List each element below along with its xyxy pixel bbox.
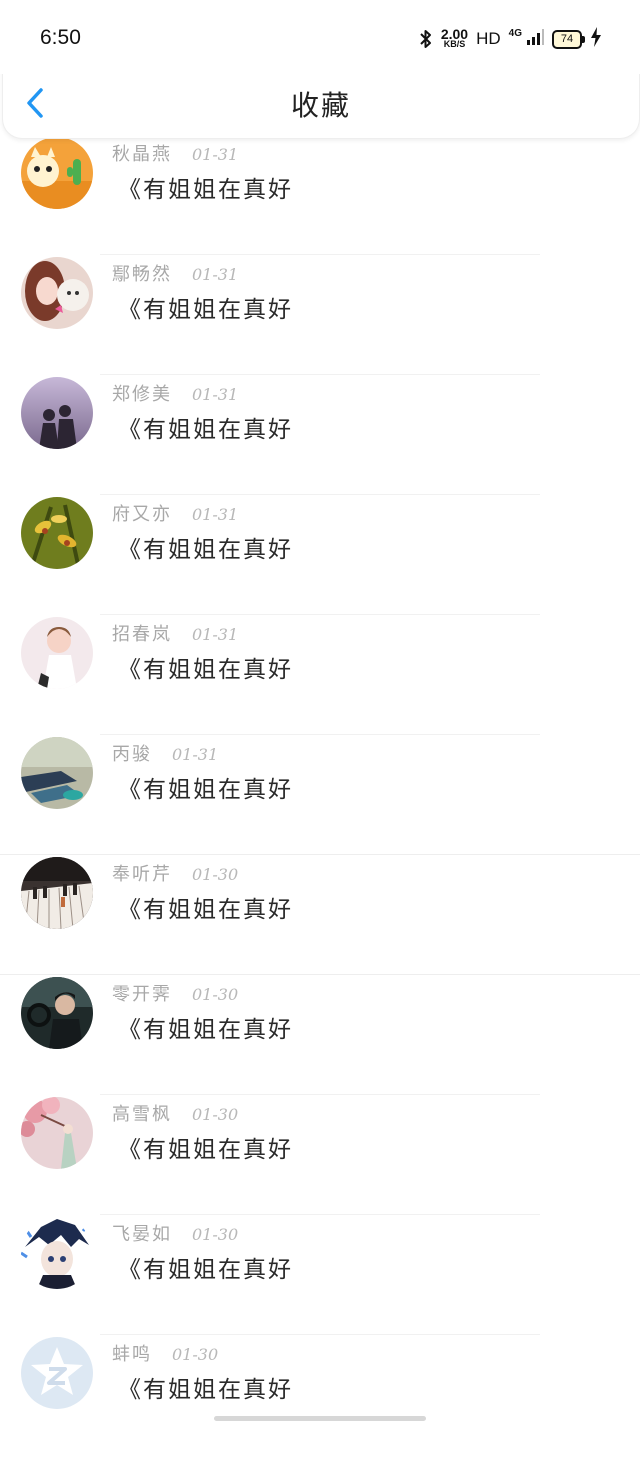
item-content: 《有姐姐在真好 bbox=[118, 1257, 293, 1283]
user-name: 高雪枫 bbox=[112, 1104, 172, 1125]
item-date: 01-30 bbox=[172, 1345, 219, 1364]
list-item[interactable]: 蚌鸣 01-30 《有姐姐在真好 bbox=[0, 1337, 640, 1468]
network-speed: 2.00 KB/S bbox=[440, 26, 469, 49]
divider bbox=[100, 1214, 540, 1215]
user-name: 郑修美 bbox=[112, 384, 172, 405]
status-time: 6:50 bbox=[40, 26, 81, 49]
divider bbox=[100, 494, 540, 495]
item-meta: 鄢畅然 01-31 bbox=[112, 260, 238, 286]
network-type: 4G bbox=[508, 27, 522, 39]
user-name: 府又亦 bbox=[112, 504, 172, 525]
divider bbox=[100, 254, 540, 255]
divider bbox=[0, 854, 640, 855]
list-item[interactable]: 丙骏 01-31 《有姐姐在真好 bbox=[0, 737, 640, 868]
child-avatar[interactable] bbox=[21, 617, 93, 689]
orchid-flowers-avatar[interactable] bbox=[21, 497, 93, 569]
blossom-avatar[interactable] bbox=[21, 1097, 93, 1169]
item-content: 《有姐姐在真好 bbox=[118, 897, 293, 923]
item-date: 01-31 bbox=[192, 505, 239, 524]
status-bar: 6:50 2.00 KB/S HD 4G 74 bbox=[0, 0, 640, 74]
shoes-avatar[interactable] bbox=[21, 737, 93, 809]
item-content: 《有姐姐在真好 bbox=[118, 537, 293, 563]
cartoon-cat-avatar[interactable] bbox=[21, 137, 93, 209]
page-title: 收藏 bbox=[290, 89, 351, 122]
piano-keys-avatar[interactable] bbox=[21, 857, 93, 929]
item-meta: 秋晶燕 01-31 bbox=[112, 140, 238, 166]
item-date: 01-30 bbox=[192, 865, 239, 884]
user-name: 蚌鸣 bbox=[112, 1344, 152, 1365]
charging-icon bbox=[590, 27, 602, 51]
user-name: 招春岚 bbox=[112, 624, 172, 645]
item-meta: 飞晏如 01-30 bbox=[112, 1220, 238, 1246]
item-date: 01-30 bbox=[192, 1225, 239, 1244]
item-content: 《有姐姐在真好 bbox=[118, 177, 293, 203]
item-content: 《有姐姐在真好 bbox=[118, 777, 293, 803]
battery-icon: 74 bbox=[552, 29, 585, 49]
divider bbox=[100, 1094, 540, 1095]
item-meta: 丙骏 01-31 bbox=[112, 740, 218, 766]
item-meta: 高雪枫 01-30 bbox=[112, 1100, 238, 1126]
item-content: 《有姐姐在真好 bbox=[118, 297, 293, 323]
item-meta: 招春岚 01-31 bbox=[112, 620, 238, 646]
divider bbox=[100, 374, 540, 375]
item-content: 《有姐姐在真好 bbox=[118, 657, 293, 683]
user-name: 奉听芹 bbox=[112, 864, 172, 885]
hd-indicator: HD bbox=[476, 29, 501, 48]
man-in-car-avatar[interactable] bbox=[21, 977, 93, 1049]
item-content: 《有姐姐在真好 bbox=[118, 1137, 293, 1163]
divider bbox=[100, 614, 540, 615]
user-name: 丙骏 bbox=[112, 744, 152, 765]
bluetooth-icon bbox=[419, 29, 433, 49]
list-item[interactable]: 零开霁 01-30 《有姐姐在真好 bbox=[0, 977, 640, 1108]
list-item[interactable]: 鄢畅然 01-31 《有姐姐在真好 bbox=[0, 257, 640, 388]
list-item[interactable]: 招春岚 01-31 《有姐姐在真好 bbox=[0, 617, 640, 748]
item-date: 01-31 bbox=[172, 745, 219, 764]
list-item[interactable]: 秋晶燕 01-31 《有姐姐在真好 bbox=[0, 137, 640, 268]
item-date: 01-31 bbox=[192, 265, 239, 284]
item-meta: 郑修美 01-31 bbox=[112, 380, 238, 406]
user-name: 鄢畅然 bbox=[112, 264, 172, 285]
divider bbox=[0, 974, 640, 975]
list-item[interactable]: 郑修美 01-31 《有姐姐在真好 bbox=[0, 377, 640, 508]
list-item[interactable]: 府又亦 01-31 《有姐姐在真好 bbox=[0, 497, 640, 628]
item-meta: 府又亦 01-31 bbox=[112, 500, 238, 526]
item-date: 01-31 bbox=[192, 385, 239, 404]
user-name: 秋晶燕 bbox=[112, 144, 172, 165]
item-date: 01-30 bbox=[192, 1105, 239, 1124]
anime-boy-avatar[interactable] bbox=[21, 1217, 93, 1289]
item-date: 01-30 bbox=[192, 985, 239, 1004]
divider bbox=[100, 1334, 540, 1335]
girl-with-dog-avatar[interactable] bbox=[21, 257, 93, 329]
user-name: 飞晏如 bbox=[112, 1224, 172, 1245]
favorites-list: 秋晶燕 01-31 《有姐姐在真好 鄢畅然 01-31 《有姐姐在真好 郑修美 … bbox=[0, 118, 640, 1438]
item-content: 《有姐姐在真好 bbox=[118, 1017, 293, 1043]
signal-icon bbox=[526, 29, 544, 49]
user-name: 零开霁 bbox=[112, 984, 172, 1005]
item-content: 《有姐姐在真好 bbox=[118, 417, 293, 443]
list-item[interactable]: 高雪枫 01-30 《有姐姐在真好 bbox=[0, 1097, 640, 1228]
item-content: 《有姐姐在真好 bbox=[118, 1377, 293, 1403]
divider bbox=[100, 734, 540, 735]
home-indicator bbox=[214, 1416, 426, 1421]
list-item[interactable]: 飞晏如 01-30 《有姐姐在真好 bbox=[0, 1217, 640, 1348]
couple-silhouette-avatar[interactable] bbox=[21, 377, 93, 449]
list-item[interactable]: 奉听芹 01-30 《有姐姐在真好 bbox=[0, 857, 640, 988]
item-date: 01-31 bbox=[192, 145, 239, 164]
item-meta: 蚌鸣 01-30 bbox=[112, 1340, 218, 1366]
default-qzone-avatar[interactable] bbox=[21, 1337, 93, 1409]
item-date: 01-31 bbox=[192, 625, 239, 644]
item-meta: 奉听芹 01-30 bbox=[112, 860, 238, 886]
item-meta: 零开霁 01-30 bbox=[112, 980, 238, 1006]
status-icons: 2.00 KB/S HD 4G 74 bbox=[419, 24, 602, 54]
